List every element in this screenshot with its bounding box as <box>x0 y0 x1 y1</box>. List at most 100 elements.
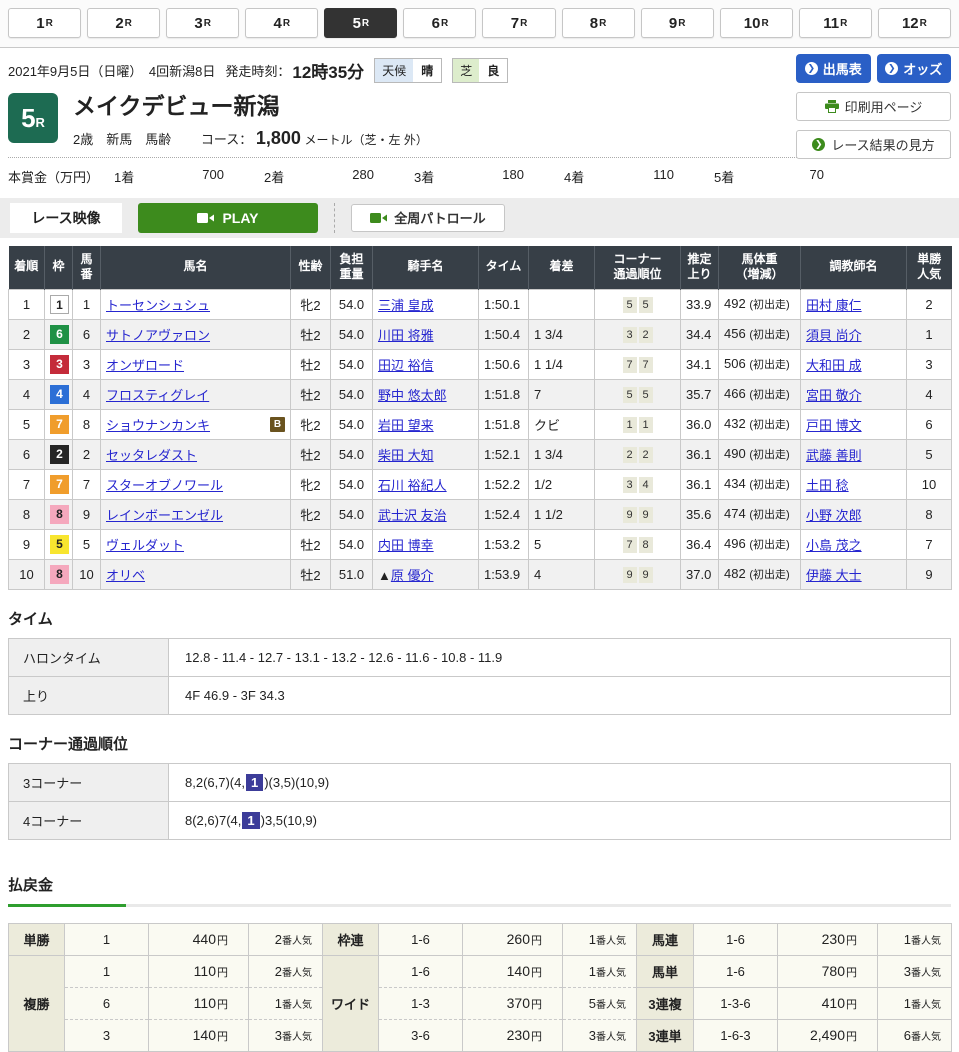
race-tab-8r[interactable]: 8R <box>562 8 635 38</box>
last-3f-time: 33.9 <box>681 289 719 319</box>
jockey-link[interactable]: 原 優介 <box>391 568 434 583</box>
jockey-link[interactable]: 田辺 裕信 <box>378 358 434 373</box>
race-tab-6r[interactable]: 6R <box>403 8 476 38</box>
waku-number: 7 <box>45 469 73 499</box>
horse-name-link[interactable]: オンザロード <box>106 358 184 373</box>
horse-name-link[interactable]: ヴェルダット <box>106 538 184 553</box>
waku-color-box: 1 <box>50 295 69 314</box>
horse-name-cell: トーセンシュシュ <box>101 289 291 319</box>
umatan-combo: 1-6 <box>694 955 778 987</box>
last-3f-time: 36.1 <box>681 469 719 499</box>
horse-name-link[interactable]: フロスティグレイ <box>106 388 209 403</box>
last-furlongs-value: 4F 46.9 - 3F 34.3 <box>169 676 951 714</box>
sex-age: 牡2 <box>291 379 331 409</box>
win-popularity: 3 <box>907 349 952 379</box>
prize-place: 2着 <box>264 167 284 186</box>
win-popularity: 1 <box>907 319 952 349</box>
jockey-cell: 三浦 皇成 <box>373 289 479 319</box>
race-tab-10r[interactable]: 10R <box>720 8 793 38</box>
horse-name-link[interactable]: オリベ <box>106 568 145 583</box>
corner-position-box: 8 <box>639 537 653 553</box>
horse-name-link[interactable]: トーセンシュシュ <box>106 298 210 313</box>
prize-pair: 2着280 <box>264 167 414 186</box>
horse-weight-note: (初出走) <box>749 389 789 401</box>
race-tab-12r[interactable]: 12R <box>878 8 951 38</box>
jockey-link[interactable]: 岩田 望来 <box>378 418 434 433</box>
horse-name-link[interactable]: スターオブノワール <box>106 478 223 493</box>
wide-amount: 140円 <box>463 955 563 987</box>
jockey-cell: 石川 裕紀人 <box>373 469 479 499</box>
race-tab-2r[interactable]: 2R <box>87 8 160 38</box>
result-row: 333オンザロード牡254.0田辺 裕信1:50.61 1/47734.1506… <box>9 349 952 379</box>
finish-time: 1:52.4 <box>479 499 529 529</box>
trainer-link[interactable]: 宮田 敬介 <box>806 388 862 403</box>
wide-combo: 1-6 <box>379 955 463 987</box>
wide-amount: 370円 <box>463 987 563 1019</box>
horse-number: 9 <box>73 499 101 529</box>
trainer-link[interactable]: 田村 康仁 <box>806 298 862 313</box>
horse-number: 5 <box>73 529 101 559</box>
corner-position-box: 9 <box>639 507 653 523</box>
result-row: 444フロスティグレイ牡254.0野中 悠太郎1:51.875535.7466 … <box>9 379 952 409</box>
jockey-link[interactable]: 内田 博幸 <box>378 538 434 553</box>
race-tab-1r[interactable]: 1R <box>8 8 81 38</box>
trainer-link[interactable]: 小島 茂之 <box>806 538 862 553</box>
race-date: 2021年9月5日（日曜） 4回新潟8日 <box>8 61 215 80</box>
how-to-read-button[interactable]: レース結果の見方 <box>796 130 951 159</box>
horse-name-cell: ヴェルダット <box>101 529 291 559</box>
race-conditions: 2歳 新馬 馬齢 コース： 1,800 メートル（芝・左 外） <box>73 128 428 149</box>
horse-name-link[interactable]: レインボーエンゼル <box>106 508 223 523</box>
horse-name-cell: サトノアヴァロン <box>101 319 291 349</box>
jockey-link[interactable]: 野中 悠太郎 <box>378 388 447 403</box>
trainer-link[interactable]: 伊藤 大士 <box>806 568 862 583</box>
print-page-button[interactable]: 印刷用ページ <box>796 92 951 121</box>
race-tab-3r[interactable]: 3R <box>166 8 239 38</box>
horse-name-link[interactable]: サトノアヴァロン <box>106 328 210 343</box>
odds-button[interactable]: オッズ <box>877 54 952 83</box>
jockey-link[interactable]: 川田 将雅 <box>378 328 434 343</box>
horse-number: 7 <box>73 469 101 499</box>
turf-condition-value: 良 <box>479 59 507 82</box>
horse-name-link[interactable]: ショウナンカンキ <box>106 418 210 433</box>
sex-age: 牡2 <box>291 319 331 349</box>
race-tab-5r[interactable]: 5R <box>324 8 397 38</box>
corner-order-text: )3,5(10,9) <box>261 813 317 828</box>
horse-weight: 456 (初出走) <box>719 319 801 349</box>
sanrenpuku-label: 3連複 <box>637 987 694 1019</box>
corner-position-box: 9 <box>623 507 637 523</box>
jockey-link[interactable]: 石川 裕紀人 <box>378 478 447 493</box>
umatan-amount: 780円 <box>778 955 878 987</box>
circle-arrow-icon <box>812 138 825 151</box>
fukusho-amount: 110円 <box>149 955 249 987</box>
winner-highlight: 1 <box>246 774 263 791</box>
trainer-link[interactable]: 大和田 成 <box>806 358 862 373</box>
race-tab-11r[interactable]: 11R <box>799 8 872 38</box>
race-tab-9r[interactable]: 9R <box>641 8 714 38</box>
race-tab-4r[interactable]: 4R <box>245 8 318 38</box>
trainer-link[interactable]: 戸田 博文 <box>806 418 862 433</box>
wide-amount: 230円 <box>463 1019 563 1051</box>
race-tab-7r[interactable]: 7R <box>482 8 555 38</box>
column-header: 性齢 <box>291 246 331 290</box>
sex-age: 牡2 <box>291 349 331 379</box>
trainer-link[interactable]: 土田 稔 <box>806 478 849 493</box>
entries-button[interactable]: 出馬表 <box>796 54 871 83</box>
corner-position-box: 2 <box>639 327 653 343</box>
jockey-cell: ▲原 優介 <box>373 559 479 589</box>
corner-position-box: 5 <box>639 297 653 313</box>
jockey-link[interactable]: 武士沢 友治 <box>378 508 447 523</box>
trainer-cell: 大和田 成 <box>801 349 907 379</box>
play-button[interactable]: PLAY <box>138 203 318 233</box>
jockey-link[interactable]: 三浦 皇成 <box>378 298 434 313</box>
trainer-link[interactable]: 須貝 尚介 <box>806 328 862 343</box>
horse-weight-note: (初出走) <box>749 569 789 581</box>
corner-position-box: 7 <box>623 357 637 373</box>
patrol-video-button[interactable]: 全周パトロール <box>351 204 505 232</box>
jockey-link[interactable]: 柴田 大知 <box>378 448 434 463</box>
trainer-link[interactable]: 武藤 善則 <box>806 448 862 463</box>
carried-weight: 54.0 <box>331 379 373 409</box>
horse-name-link[interactable]: セッタレダスト <box>106 448 197 463</box>
trainer-link[interactable]: 小野 次郎 <box>806 508 862 523</box>
column-header: 馬体重（増減） <box>719 246 801 290</box>
horse-name-cell: レインボーエンゼル <box>101 499 291 529</box>
